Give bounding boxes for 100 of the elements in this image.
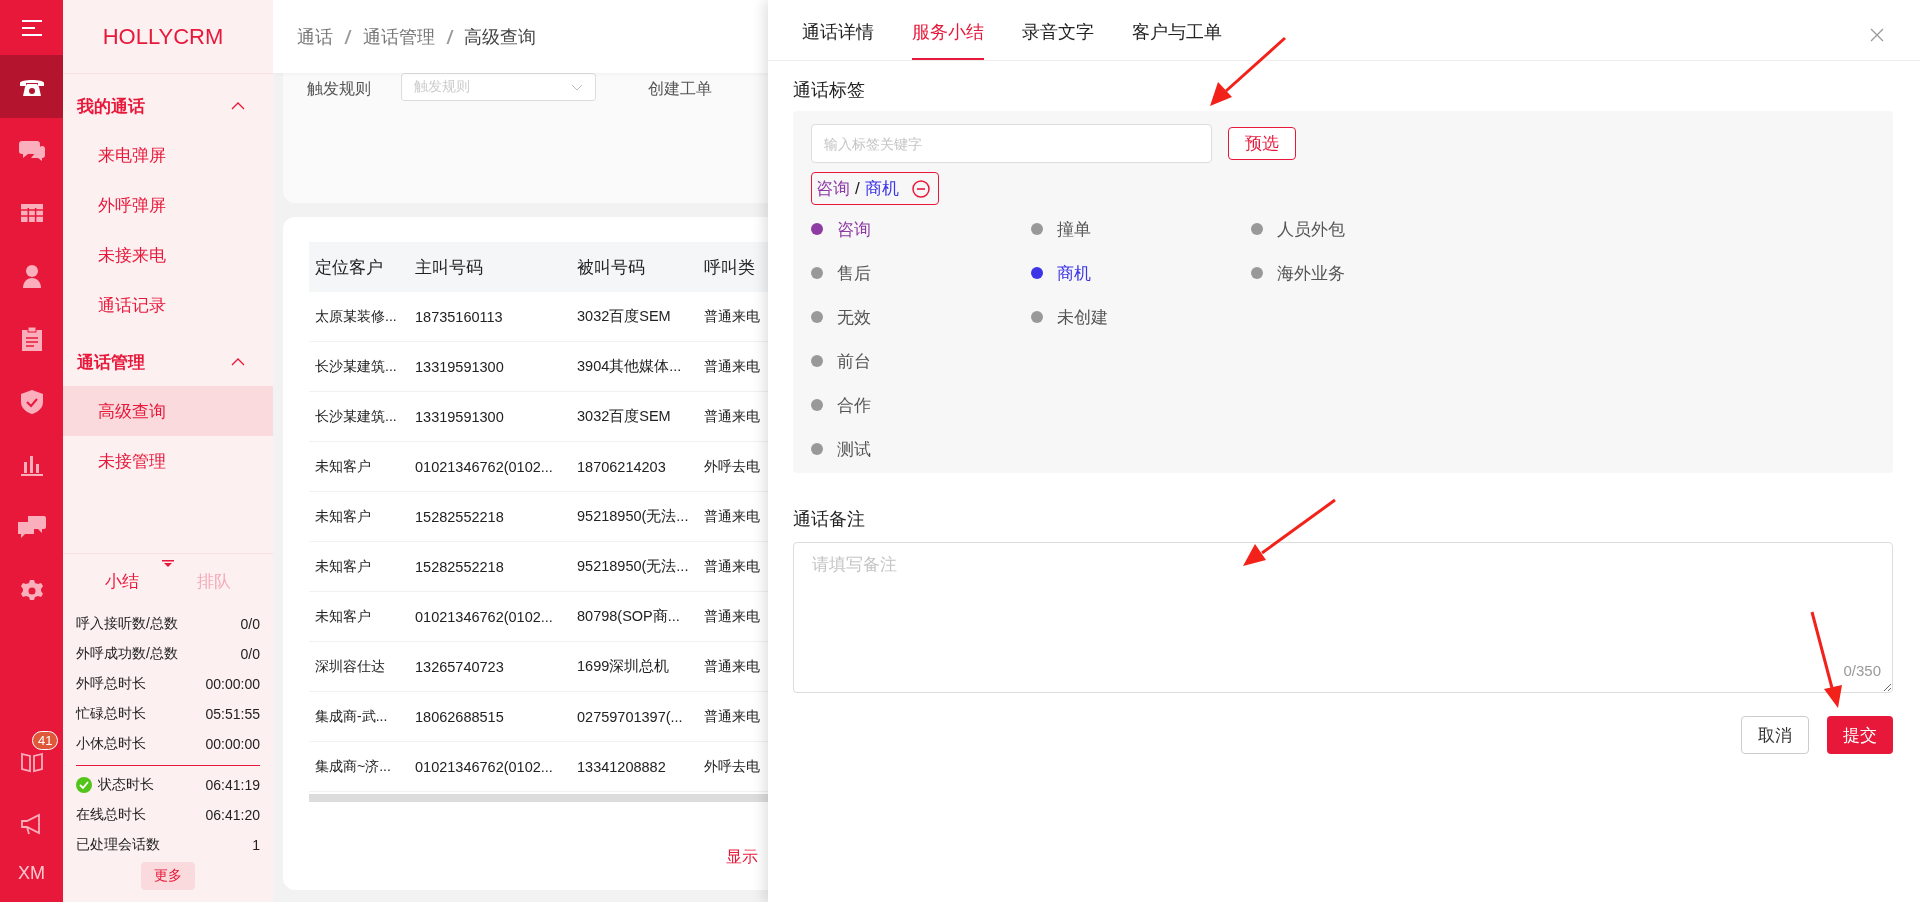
separator-text: / xyxy=(855,178,860,199)
preselect-button[interactable]: 预选 xyxy=(1228,127,1296,160)
settings-icon xyxy=(20,579,43,602)
table-cell-text: 18735160113 xyxy=(415,308,504,325)
drawer-tab[interactable]: 服务小结 xyxy=(912,20,984,60)
nav-item[interactable]: 外呼弹屏 xyxy=(63,180,273,230)
table-cell-text: 深圳容仕达 xyxy=(314,657,386,676)
nav-group[interactable]: 通话管理 xyxy=(63,338,273,386)
table-cell-text: 集成商~济... xyxy=(314,757,392,776)
drawer-tab[interactable]: 客户与工单 xyxy=(1132,20,1222,60)
table-cell-text: 普通来电 xyxy=(704,507,761,526)
table-cell-text: 3032百度SEM xyxy=(577,407,672,426)
table-cell-text: 15282552218 xyxy=(415,508,505,525)
table-cell-text: 普通来电 xyxy=(704,607,761,626)
stat-value: 06:41:20 xyxy=(205,807,260,823)
nav-item[interactable]: 来电弹屏 xyxy=(63,130,273,180)
nav-item[interactable]: 高级查询 xyxy=(63,386,273,436)
table-cell-text: 1699深圳总机 xyxy=(577,657,671,676)
table-cell-text: 13341208882 xyxy=(577,758,667,775)
tag-option[interactable]: 撞单 xyxy=(1031,207,1091,251)
table-cell-text: 13319591300 xyxy=(415,408,505,425)
table-cell-text: 外呼去电 xyxy=(704,457,761,476)
table-cell-text: 未知客户 xyxy=(314,607,372,626)
stat-label: 忙碌总时长 xyxy=(76,705,146,723)
bar-chart-icon xyxy=(20,453,43,476)
rail-button[interactable]: 41 xyxy=(0,729,63,792)
stat-label: 小休总时长 xyxy=(76,735,146,753)
table-cell-text: 02759701397(... xyxy=(577,708,684,725)
table-cell-text: 18706214203 xyxy=(577,458,667,475)
chat-bubbles-icon xyxy=(17,515,46,540)
tag-option[interactable]: 合作 xyxy=(811,383,871,427)
caret-icon xyxy=(231,102,245,110)
table-cell-text: 01021346762(0102... xyxy=(415,608,554,625)
drawer-tab[interactable]: 通话详情 xyxy=(802,20,874,60)
stat-label: 呼入接听数/总数 xyxy=(76,615,178,633)
tag-option[interactable]: 前台 xyxy=(811,339,871,383)
stat-label: 外呼总时长 xyxy=(76,675,146,693)
menu-icon[interactable] xyxy=(20,19,43,37)
breadcrumb-item[interactable]: 通话 xyxy=(297,24,333,49)
table-cell-text: 普通来电 xyxy=(704,407,761,426)
tag-option[interactable]: 商机 xyxy=(1031,251,1091,295)
table-cell-text: 13265740723 xyxy=(415,658,505,675)
table-cell-text: 未知客户 xyxy=(314,507,372,526)
table-cell-text: 13319591300 xyxy=(415,358,505,375)
table-cell-text: 普通来电 xyxy=(704,657,761,676)
nav-item[interactable]: 未接管理 xyxy=(63,436,273,486)
character-counter: 0/350 xyxy=(1843,662,1881,679)
stat-label: 状态时长 xyxy=(98,776,154,794)
filter-label: 触发规则 xyxy=(307,79,371,99)
breadcrumb-separator xyxy=(344,29,352,44)
table-cell-text: 3904其他媒体... xyxy=(577,357,683,376)
tag-option[interactable]: 人员外包 xyxy=(1251,207,1345,251)
column-header: 主叫号码 xyxy=(415,256,484,279)
user-initials[interactable]: XM xyxy=(18,863,45,884)
table-cell-text: 15282552218 xyxy=(415,558,505,575)
tag-option[interactable]: 海外业务 xyxy=(1251,251,1345,295)
table-cell-text: 01021346762(0102... xyxy=(415,458,554,475)
chip-label: 咨询 xyxy=(816,178,850,200)
table-cell-text: 集成商-武... xyxy=(314,707,389,726)
notification-badge: 41 xyxy=(32,731,59,750)
remove-icon[interactable] xyxy=(911,179,930,198)
total-link[interactable]: 显示 xyxy=(726,847,768,868)
cancel-button[interactable]: 取消 xyxy=(1741,716,1809,754)
person-icon xyxy=(21,263,42,288)
stats-tab[interactable]: 小结 xyxy=(85,562,159,601)
nav-item[interactable]: 未接来电 xyxy=(63,230,273,280)
column-header: 被叫号码 xyxy=(577,256,646,279)
table-cell-text: 普通来电 xyxy=(704,357,761,376)
table-cell-text: 95218950(无法... xyxy=(577,557,690,576)
tag-option[interactable]: 咨询 xyxy=(811,207,871,251)
table-cell-text: 长沙某建筑... xyxy=(314,407,398,426)
drawer-tab[interactable]: 录音文字 xyxy=(1022,20,1094,60)
breadcrumb-item[interactable]: 通话管理 xyxy=(362,24,435,49)
submit-button[interactable]: 提交 xyxy=(1827,716,1893,754)
tag-option[interactable]: 测试 xyxy=(811,427,871,471)
table-cell-text: 未知客户 xyxy=(314,457,372,476)
table-cell-text: 80798(SOP商... xyxy=(577,607,681,626)
stat-value: 0/0 xyxy=(240,646,260,662)
filter-label: 创建工单 xyxy=(648,79,712,99)
stat-label: 在线总时长 xyxy=(76,806,146,824)
rail-button[interactable] xyxy=(0,55,63,118)
more-button[interactable]: 更多 xyxy=(141,862,195,890)
scrollbar[interactable] xyxy=(309,794,768,802)
stat-value: 00:00:00 xyxy=(205,736,260,752)
stat-label: 外呼成功数/总数 xyxy=(76,645,178,663)
tag-option[interactable]: 售后 xyxy=(811,251,871,295)
tag-option[interactable]: 无效 xyxy=(811,295,871,339)
clipboard-icon xyxy=(21,326,42,351)
nav-item[interactable]: 通话记录 xyxy=(63,280,273,330)
table-cell-text: 18062688515 xyxy=(415,708,505,725)
table-cell-text: 长沙某建筑... xyxy=(314,357,398,376)
close-icon[interactable] xyxy=(1870,28,1884,42)
check-icon xyxy=(76,777,92,793)
table-cell-text: 95218950(无法... xyxy=(577,507,690,526)
tag-option[interactable]: 未创建 xyxy=(1031,295,1108,339)
table-cell-text: 01021346762(0102... xyxy=(415,758,554,775)
table-cell-text: 太原某装修... xyxy=(314,307,398,326)
nav-group[interactable]: 我的通话 xyxy=(63,82,273,130)
tag-search-field[interactable]: 输入标签关键字 xyxy=(811,124,1212,163)
stat-value: 1 xyxy=(252,837,260,853)
